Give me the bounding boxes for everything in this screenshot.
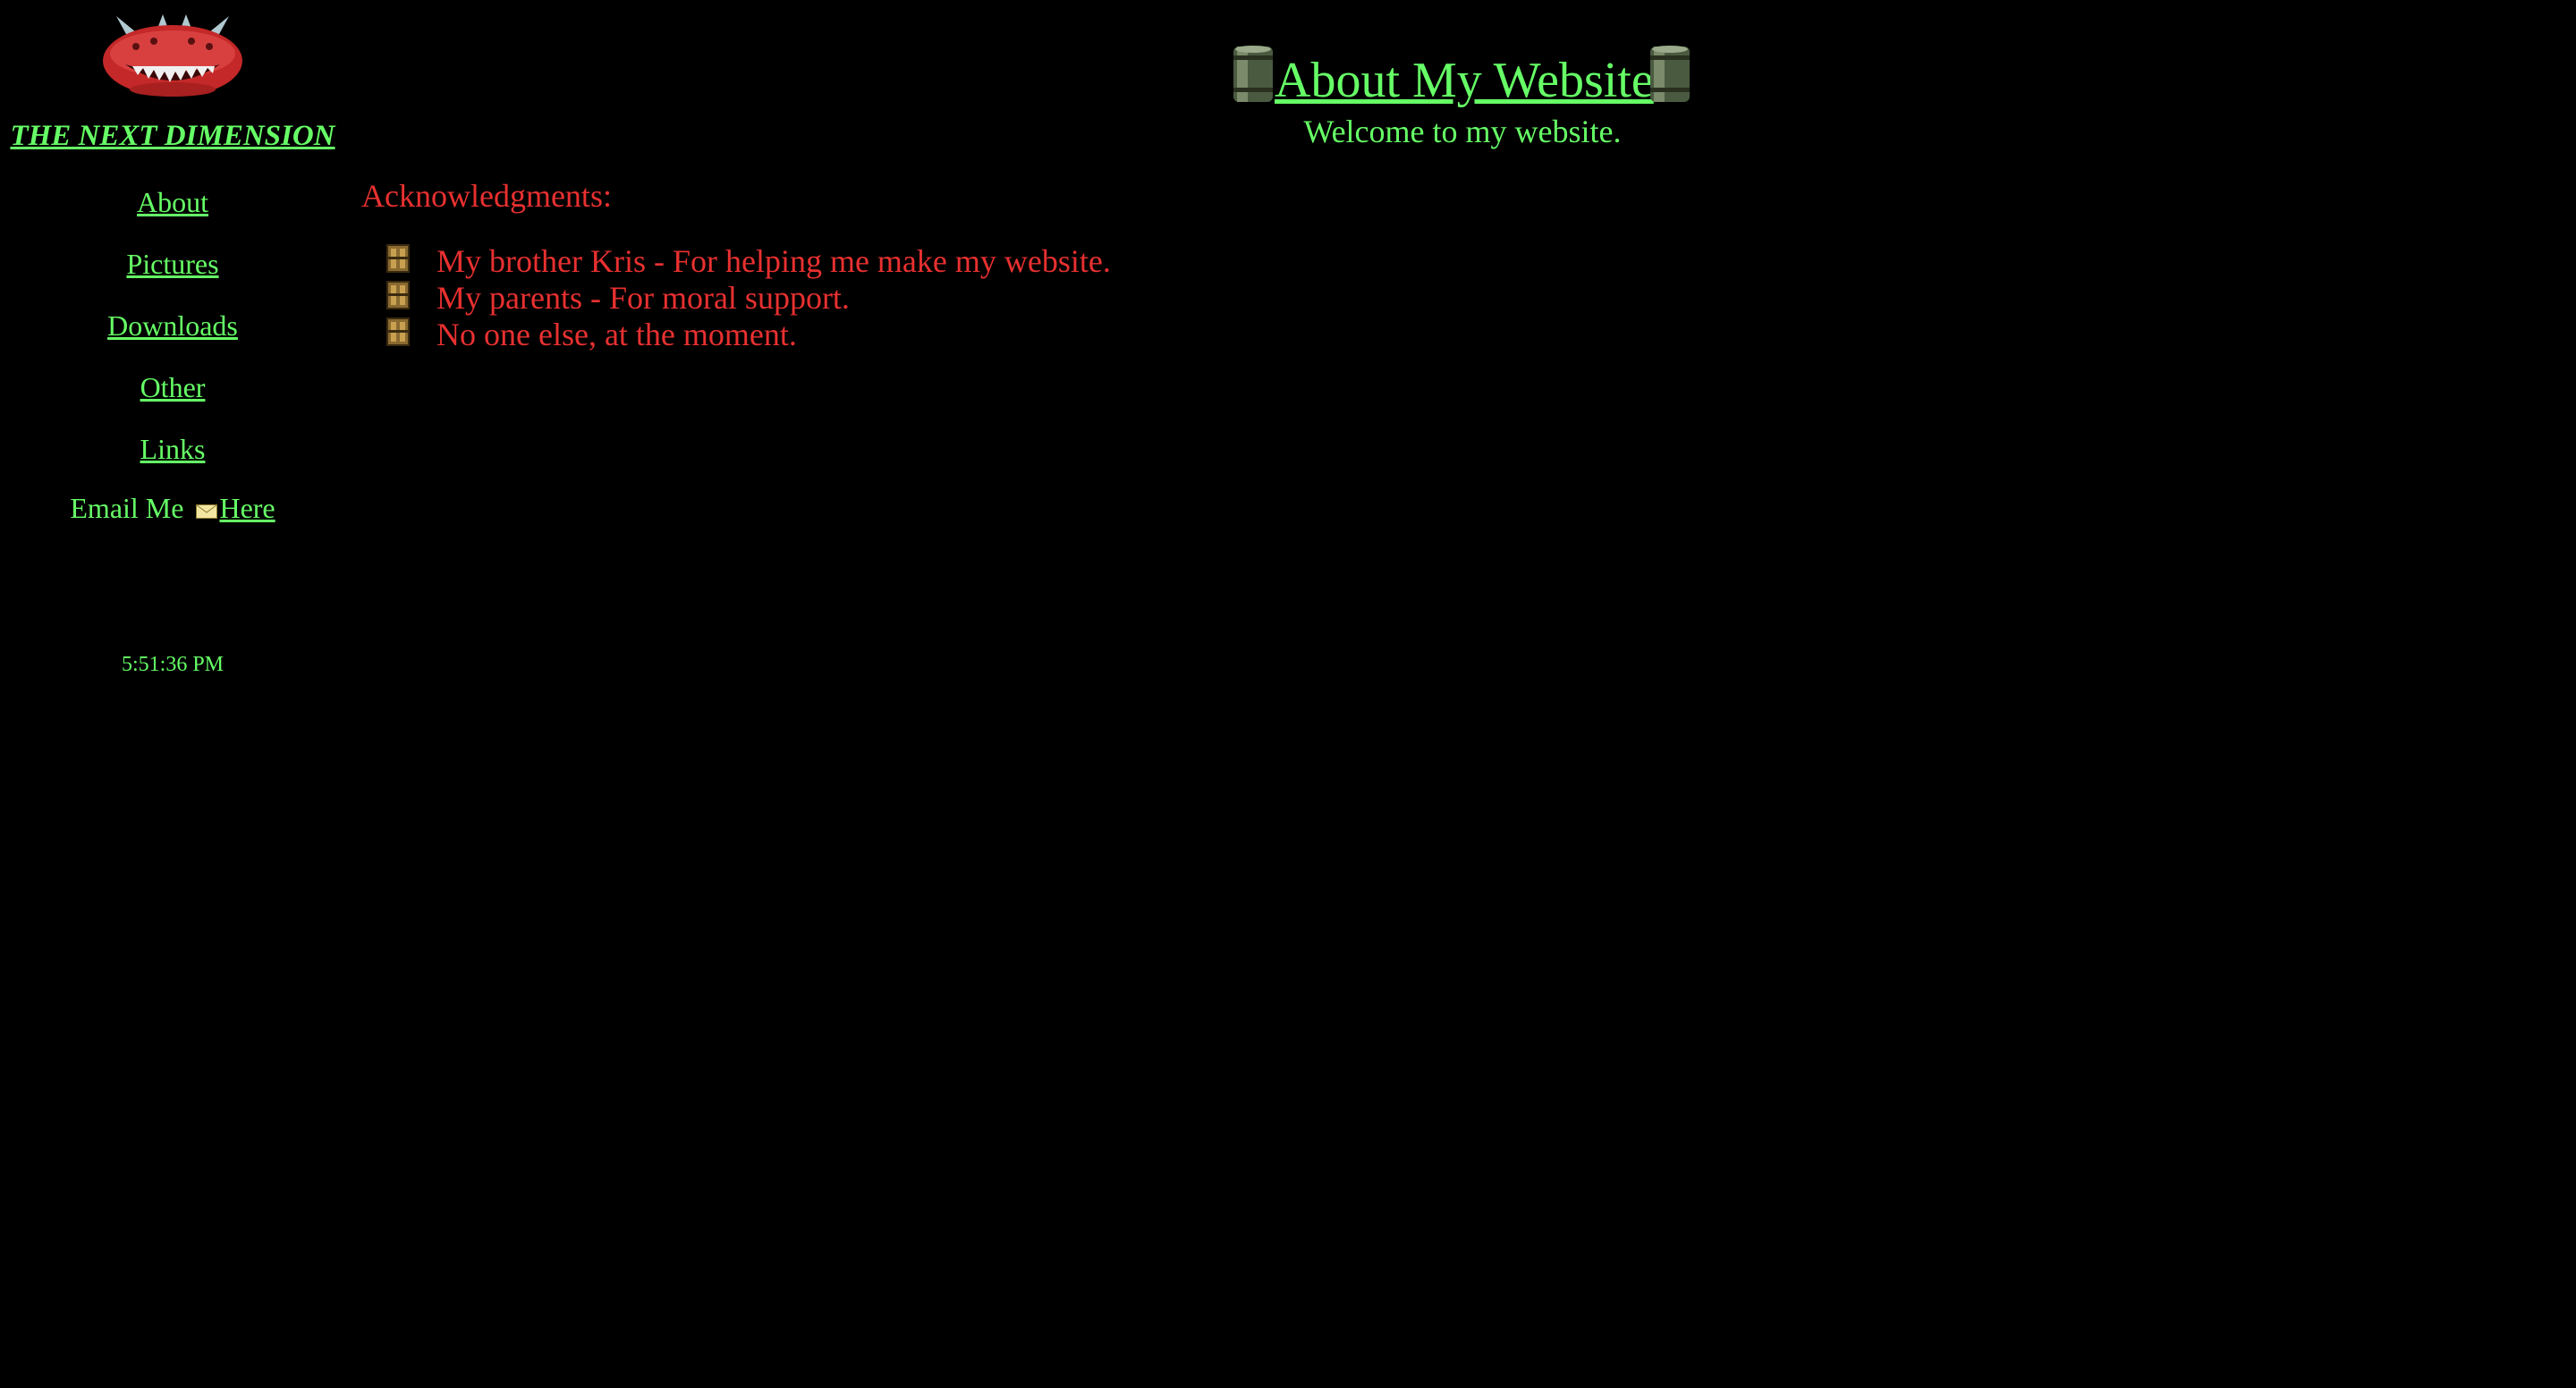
barrel-icon [1233,46,1273,102]
nav-link-downloads[interactable]: Downloads [0,309,345,343]
page: THE NEXT DIMENSION About Pictures Downlo… [0,0,2576,1388]
list-item: My brother Kris - For helping me make my… [385,241,1111,279]
door-bullet-icon [386,244,410,273]
acknowledgments-heading: Acknowledgments: [361,178,612,214]
nav-link-other[interactable]: Other [0,371,345,404]
barrel-icon [1650,46,1690,102]
nav-link-links[interactable]: Links [0,433,345,466]
email-here-link[interactable]: Here [219,492,275,524]
envelope-icon [196,504,218,519]
email-prefix: Email Me [70,492,184,524]
nav-link-about[interactable]: About [0,186,345,219]
email-row: Email Me Here [0,492,345,525]
acknowledgments-list: My brother Kris - For helping me make my… [385,241,1111,352]
door-bullet-icon [386,281,410,309]
clock: 5:51:36 PM [121,653,225,676]
list-item: No one else, at the moment. [385,315,1111,352]
door-bullet-icon [386,317,410,346]
page-title[interactable]: About My Website [1275,52,1654,109]
list-item-text: No one else, at the moment. [436,317,797,352]
nav-link-pictures[interactable]: Pictures [0,248,345,281]
page-subtitle: Welcome to my website. [1303,114,1622,149]
site-title[interactable]: THE NEXT DIMENSION [0,120,345,153]
list-item-text: My brother Kris - For helping me make my… [436,243,1111,279]
list-item: My parents - For moral support. [385,278,1111,316]
cacodemon-logo-icon [103,14,242,97]
list-item-text: My parents - For moral support. [436,280,850,316]
